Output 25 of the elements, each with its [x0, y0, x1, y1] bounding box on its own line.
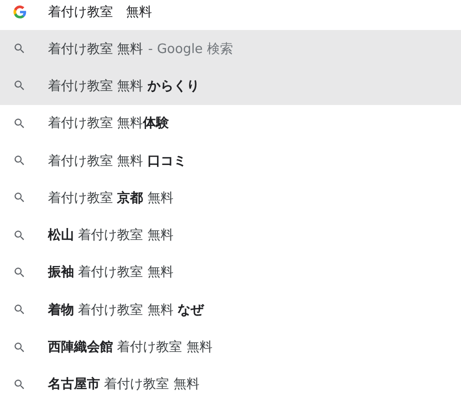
- suggestion-text: 名古屋市 着付け教室 無料: [48, 376, 200, 394]
- search-icon: [13, 378, 26, 391]
- search-icon: [13, 303, 26, 316]
- suggestion-text: 着付け教室 無料 口コミ: [48, 152, 186, 170]
- suggestion-text: 着付け教室 無料: [48, 40, 144, 58]
- source-label: - Google 検索: [148, 40, 233, 58]
- suggestion-text: 振袖 着付け教室 無料: [48, 264, 174, 282]
- g-logo-icon: [13, 5, 27, 19]
- suggestion-text: 着物 着付け教室 無料 なぜ: [48, 302, 204, 319]
- search-field[interactable]: 着付け教室 無料: [48, 4, 428, 20]
- suggestion-item[interactable]: 着付け教室 無料 からくり: [0, 67, 461, 105]
- suggestion-text: 着付け教室 無料体験: [48, 115, 170, 132]
- search-icon: [13, 42, 26, 56]
- suggestion-text: 西陣織会館 着付け教室 無料: [48, 339, 212, 356]
- search-icon: [13, 340, 26, 354]
- search-icon: [13, 154, 26, 168]
- search-icon: [13, 191, 26, 204]
- suggestion-text: 松山 着付け教室 無料: [48, 227, 174, 244]
- suggestion-text: 着付け教室 京都 無料: [48, 190, 174, 207]
- suggestion-text: 着付け教室 無料 からくり: [48, 78, 200, 95]
- search-icon: [13, 266, 26, 279]
- search-icon: [13, 228, 26, 242]
- search-icon: [13, 116, 26, 130]
- suggestion-item[interactable]: 着付け教室 無料 - Google 検索: [0, 30, 461, 68]
- search-icon: [13, 79, 26, 92]
